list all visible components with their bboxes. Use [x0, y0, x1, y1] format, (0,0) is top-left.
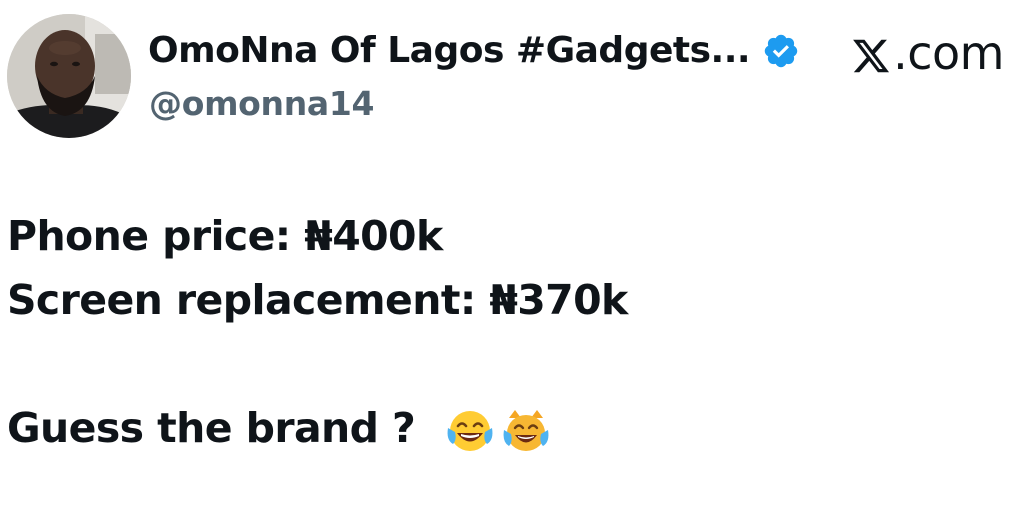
verified-badge-icon — [762, 32, 800, 70]
avatar-photo — [7, 14, 131, 138]
x-logo-icon — [851, 33, 891, 73]
tweet-text-line-3: Guess the brand ? — [7, 406, 551, 456]
source-label: .com — [851, 26, 1004, 80]
face-with-tears-of-joy-icon — [445, 406, 495, 456]
author-display-name-row[interactable]: OmoNna Of Lagos #Gadgets... — [148, 30, 800, 71]
tweet-text-line-1: Phone price: ₦400k — [7, 212, 443, 260]
avatar[interactable] — [7, 14, 131, 138]
source-domain: .com — [893, 26, 1004, 80]
emoji-row — [439, 406, 551, 456]
tweet-text-question: Guess the brand ? — [7, 404, 416, 452]
author-display-name[interactable]: OmoNna Of Lagos #Gadgets... — [148, 30, 751, 71]
tweet-text-line-2: Screen replacement: ₦370k — [7, 276, 628, 324]
cat-with-tears-of-joy-icon — [501, 406, 551, 456]
author-handle[interactable]: @omonna14 — [149, 84, 375, 123]
